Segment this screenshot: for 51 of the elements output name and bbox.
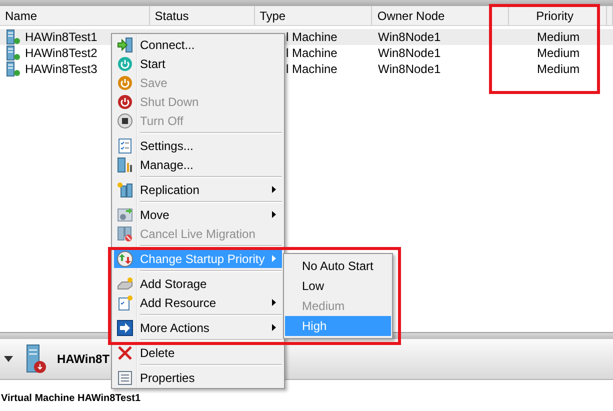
menu-item[interactable]: Properties [114,368,282,387]
column-header[interactable]: Type [254,6,372,25]
panel-subtitle: Virtual Machine HAWin8Test1 [0,393,141,404]
table-cell: l Machine [286,29,338,45]
table-cell: Medium [537,45,580,61]
table-cell: HAWin8Test3 [25,61,98,77]
table-cell: Win8Node1 [378,45,441,61]
server-tools-icon [117,156,133,172]
collapse-icon[interactable] [4,356,13,362]
stop-icon [117,112,133,128]
menu-item[interactable]: Connect... [114,35,282,54]
arrow-icon [117,320,133,336]
checklist-icon [117,138,133,154]
table-cell: l Machine [286,45,338,61]
server-icon [5,29,21,45]
menu-item[interactable]: Replication [114,180,282,199]
menu-item[interactable]: Delete [114,343,282,362]
power-icon [117,94,133,110]
menu-item[interactable]: Low [285,276,391,296]
power-icon [117,56,133,72]
server-star-icon [117,182,133,198]
power-icon [117,74,133,90]
disk-icon [117,276,133,292]
menu-item[interactable]: Settings... [114,136,282,155]
document-star-icon [117,294,133,310]
table-cell: HAWin8Test2 [25,45,98,61]
menu-item[interactable]: Move [114,205,282,224]
column-header[interactable]: Status [150,6,255,25]
column-header[interactable]: Name [0,6,150,25]
menu-item[interactable]: Add Storage [114,274,282,293]
delete-icon [117,344,133,360]
menu-item[interactable]: More Actions [114,318,282,337]
table-cell: HAWin8Test1 [25,29,98,45]
table-cell: l Machine [286,61,338,77]
menu-item[interactable]: Start [114,54,282,73]
table-cell: Win8Node1 [378,61,441,77]
menu-item[interactable]: Manage... [114,155,282,174]
table-cell: Win8Node1 [378,29,441,45]
column-header[interactable]: Priority [509,6,607,25]
up-down-arrows-icon [117,250,133,266]
server-icon [5,45,21,61]
menu-item[interactable]: Add Resource [114,293,282,312]
properties-icon [117,370,133,386]
server-cancel-icon [117,226,133,242]
menu-item[interactable]: No Auto Start [285,256,391,276]
column-header[interactable]: Owner Node [372,6,510,25]
panel-title: HAWin8T [57,352,110,366]
server-icon [5,61,21,77]
table-cell: Medium [537,29,580,45]
table-cell: Medium [537,61,580,77]
arrow-server-icon [117,36,133,52]
